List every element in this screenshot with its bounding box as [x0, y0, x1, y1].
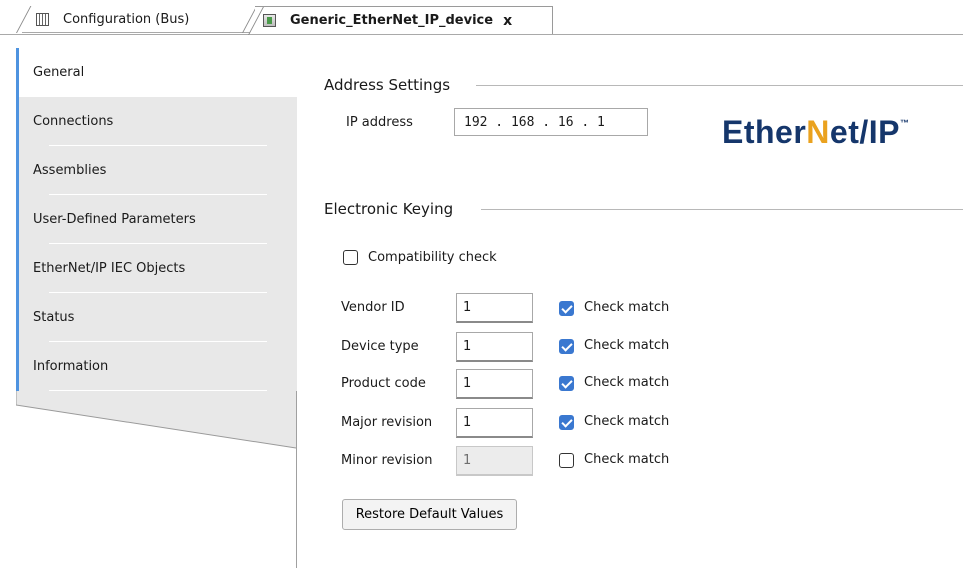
vendor-id-label: Vendor ID	[341, 300, 405, 315]
logo-text: N	[806, 114, 830, 150]
product-code-field[interactable]: 1	[456, 369, 533, 399]
minor-revision-check-match-checkbox[interactable]	[559, 453, 574, 468]
sidebar-item-label: Information	[33, 359, 109, 374]
separator	[49, 390, 267, 391]
vendor-id-field[interactable]: 1	[456, 293, 533, 323]
electronic-keying-title: Electronic Keying	[324, 200, 454, 218]
check-match-label: Check match	[584, 375, 670, 390]
sidebar-item-label: Status	[33, 310, 75, 325]
field-value: 1	[463, 300, 472, 315]
tab-label: Configuration (Bus)	[63, 11, 190, 27]
compatibility-check-label: Compatibility check	[368, 250, 497, 265]
tab-label: Generic_EtherNet_IP_device	[290, 13, 494, 28]
logo-text: Ether	[722, 114, 807, 150]
product-code-label: Product code	[341, 376, 426, 391]
check-match-label: Check match	[584, 414, 670, 429]
device-icon	[263, 14, 276, 27]
major-revision-label: Major revision	[341, 415, 433, 430]
check-match-label: Check match	[584, 338, 670, 353]
field-value: 1	[463, 415, 472, 430]
logo-text: et/IP	[829, 114, 900, 150]
field-value: 1	[463, 453, 472, 468]
minor-revision-label: Minor revision	[341, 453, 433, 468]
device-type-field[interactable]: 1	[456, 332, 533, 362]
major-revision-field[interactable]: 1	[456, 408, 533, 438]
ip-address-field[interactable]: 192 . 168 . 16 . 1	[454, 108, 648, 136]
field-value: 1	[463, 339, 472, 354]
logo-trademark: ™	[899, 118, 910, 128]
ip-address-value: 192 . 168 . 16 . 1	[464, 114, 605, 130]
sidebar-item-label: User-Defined Parameters	[33, 212, 196, 227]
tab-edge	[16, 6, 32, 33]
restore-default-values-button[interactable]: Restore Default Values	[342, 499, 517, 530]
vendor-id-check-match-checkbox[interactable]	[559, 301, 574, 316]
tab-configuration-bus[interactable]: Configuration (Bus)	[16, 6, 258, 33]
major-revision-check-match-checkbox[interactable]	[559, 415, 574, 430]
device-type-check-match-checkbox[interactable]	[559, 339, 574, 354]
check-match-label: Check match	[584, 452, 670, 467]
sidebar-item-ethernet-ip-iec-objects[interactable]: EtherNet/IP IEC Objects	[16, 244, 297, 293]
sidebar-item-general[interactable]: General	[16, 48, 298, 97]
sidebar-item-label: EtherNet/IP IEC Objects	[33, 261, 186, 276]
sidebar-item-status[interactable]: Status	[16, 293, 297, 342]
sidebar-item-user-defined-parameters[interactable]: User-Defined Parameters	[16, 195, 297, 244]
ethernet-ip-logo: EtherNet/IP™	[722, 114, 909, 151]
sidebar-item-label: Connections	[33, 114, 114, 129]
sidebar-item-connections[interactable]: Connections	[16, 97, 297, 146]
ip-address-label: IP address	[346, 115, 413, 130]
sidebar-nav: General Connections Assemblies User-Defi…	[16, 48, 298, 568]
grid-icon	[36, 12, 49, 26]
sidebar-item-assemblies[interactable]: Assemblies	[16, 146, 297, 195]
product-code-check-match-checkbox[interactable]	[559, 376, 574, 391]
close-icon[interactable]: x	[503, 13, 512, 29]
field-value: 1	[463, 376, 472, 391]
section-divider	[481, 209, 963, 210]
address-settings-title: Address Settings	[324, 76, 451, 94]
minor-revision-field: 1	[456, 446, 533, 476]
compatibility-check-checkbox[interactable]	[343, 250, 358, 265]
sidebar-item-label: General	[33, 65, 85, 80]
tab-edge	[248, 7, 264, 35]
device-type-label: Device type	[341, 339, 419, 354]
sidebar-item-label: Assemblies	[33, 163, 107, 178]
section-divider	[476, 85, 963, 86]
check-match-label: Check match	[584, 300, 670, 315]
editor-tabstrip: Configuration (Bus) Generic_EtherNet_IP_…	[0, 0, 963, 35]
tab-generic-ethernet-ip-device[interactable]: Generic_EtherNet_IP_device x	[248, 6, 553, 35]
sidebar-item-information[interactable]: Information	[16, 342, 297, 391]
